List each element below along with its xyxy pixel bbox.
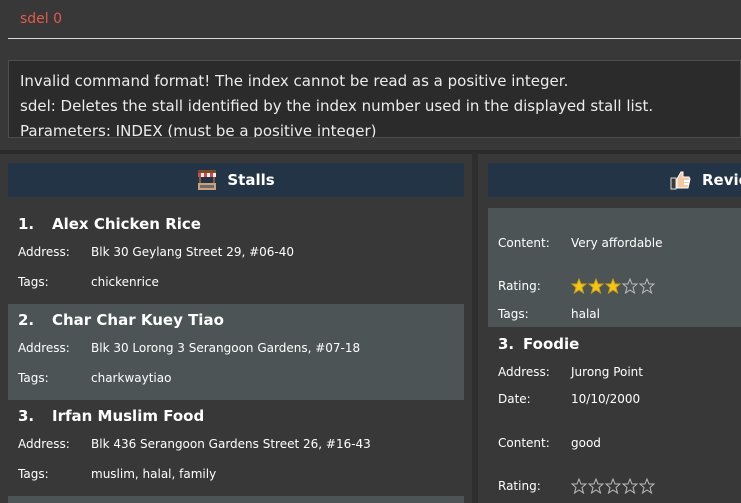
stall-name: 1. Alex Chicken Rice: [18, 215, 201, 233]
reviews-panel-header: Revie: [488, 163, 741, 197]
result-line: Parameters: INDEX (must be a positive in…: [20, 122, 377, 138]
star-empty-icon: [622, 278, 638, 294]
star-filled-icon: [571, 278, 587, 294]
star-empty-icon: [639, 278, 655, 294]
review-card[interactable]: Content: Very affordable Rating: Tags: hal…: [488, 208, 741, 327]
review-name: 3. Foodie: [498, 335, 580, 353]
stall-name: 3. Irfan Muslim Food: [18, 407, 205, 425]
result-line: Invalid command format! The index cannot…: [20, 72, 569, 90]
stall-card[interactable]: 2. Char Char Kuey Tiao Address: Blk 30 Lor…: [8, 304, 464, 400]
result-line: sdel: Deletes the stall identified by th…: [20, 97, 654, 115]
command-bar: sdel 0: [0, 0, 741, 48]
review-card[interactable]: 3. Foodie Address: Jurong Point Date: 10/10…: [488, 327, 741, 503]
stall-card[interactable]: 1. Alex Chicken Rice Address: Blk 30 Geyla…: [8, 208, 464, 304]
star-empty-icon: [571, 478, 587, 494]
thumbs-up-icon: [670, 169, 692, 191]
stall-card[interactable]: [8, 496, 464, 503]
stall-icon: [197, 169, 217, 191]
stalls-panel-header: Stalls: [8, 163, 464, 197]
command-input[interactable]: sdel 0: [8, 0, 741, 39]
star-empty-icon: [588, 478, 604, 494]
rating-stars: [571, 478, 655, 494]
star-empty-icon: [622, 478, 638, 494]
result-display[interactable]: Invalid command format! The index cannot…: [8, 60, 741, 138]
stall-card[interactable]: 3. Irfan Muslim Food Address: Blk 436 Sera…: [8, 400, 464, 496]
panel-divider[interactable]: [472, 154, 478, 503]
split-divider[interactable]: [0, 150, 741, 154]
stalls-header-title: Stalls: [227, 171, 275, 189]
star-filled-icon: [588, 278, 604, 294]
rating-stars: [571, 278, 655, 294]
reviews-header-title: Revie: [702, 171, 741, 189]
star-empty-icon: [639, 478, 655, 494]
star-empty-icon: [605, 478, 621, 494]
stall-name: 2. Char Char Kuey Tiao: [18, 311, 224, 329]
star-filled-icon: [605, 278, 621, 294]
